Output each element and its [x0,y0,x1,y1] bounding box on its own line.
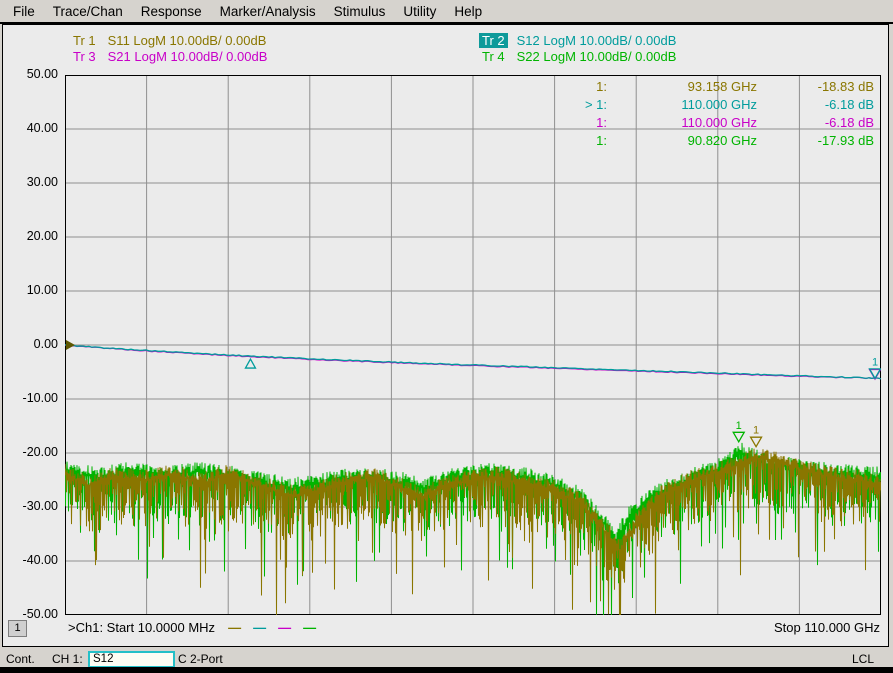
y-tick-label: 50.00 [0,67,58,82]
y-tick-label: -30.00 [0,499,58,514]
trace-detail: S22 LogM 10.00dB/ 0.00dB [517,49,677,64]
svg-text:1: 1 [753,425,759,437]
y-tick-label: 10.00 [0,283,58,298]
trace-detail: S21 LogM 10.00dB/ 0.00dB [108,49,268,64]
legend-tr-2[interactable]: Tr 2 S12 LogM 10.00dB/ 0.00dB [479,33,676,48]
marker-value: -17.93 dB [757,132,874,150]
trigger-mode: Cont. [6,652,35,666]
menu-item-stimulus[interactable]: Stimulus [325,2,395,21]
sweep-start-label: >Ch1: Start 10.0000 MHz — — — — [68,620,315,635]
trace-dash: — [278,620,290,635]
y-tick-label: -40.00 [0,553,58,568]
marker-label: > 1: [559,96,607,114]
marker-label: 1: [559,114,607,132]
menu-item-utility[interactable]: Utility [394,2,445,21]
trace-detail: S11 LogM 10.00dB/ 0.00dB [108,33,267,48]
svg-text:1: 1 [872,356,878,368]
marker-freq: 110.000 GHz [607,114,757,132]
trace-tag[interactable]: Tr 4 [479,49,508,64]
marker-freq: 90.820 GHz [607,132,757,150]
trace-tag[interactable]: Tr 2 [479,33,508,48]
channel-label: CH 1: [52,652,83,666]
trace-detail: S12 LogM 10.00dB/ 0.00dB [517,33,677,48]
y-tick-label: -20.00 [0,445,58,460]
trace-tag[interactable]: Tr 1 [70,33,99,48]
menu-item-file[interactable]: File [4,2,44,21]
marker-readout-row: 1:110.000 GHz-6.18 dB [559,114,874,132]
marker-readout-row: 1:93.158 GHz-18.83 dB [559,78,874,96]
marker-freq: 110.000 GHz [607,96,757,114]
marker-readout-row: 1:90.820 GHz-17.93 dB [559,132,874,150]
network-analyzer-window: FileTrace/ChanResponseMarker/AnalysisSti… [0,0,893,673]
menu-bar: FileTrace/ChanResponseMarker/AnalysisSti… [0,0,893,24]
channel-indicator[interactable]: 1 [8,620,27,637]
measurement-box[interactable]: S12 [88,651,175,668]
marker-readout-row: > 1:110.000 GHz-6.18 dB [559,96,874,114]
plot-area[interactable]: 111 [65,75,881,615]
status-bar: Cont. CH 1: S12 C 2-Port LCL [0,651,893,667]
trace-dash: — [228,620,240,635]
lcl-indicator: LCL [852,652,874,666]
marker-value: -6.18 dB [757,96,874,114]
legend-tr-1[interactable]: Tr 1 S11 LogM 10.00dB/ 0.00dB [70,33,266,48]
menu-item-response[interactable]: Response [132,2,211,21]
marker-value: -18.83 dB [757,78,874,96]
legend-tr-3[interactable]: Tr 3 S21 LogM 10.00dB/ 0.00dB [70,49,267,64]
y-tick-label: 20.00 [0,229,58,244]
menu-item-marker-analysis[interactable]: Marker/Analysis [211,2,325,21]
menu-item-help[interactable]: Help [445,2,491,21]
sweep-stop-label: Stop 110.000 GHz [774,620,880,635]
y-tick-label: 30.00 [0,175,58,190]
trace-dash: — [303,620,315,635]
legend-tr-4[interactable]: Tr 4 S22 LogM 10.00dB/ 0.00dB [479,49,676,64]
y-tick-label: -10.00 [0,391,58,406]
marker-value: -6.18 dB [757,114,874,132]
menu-item-trace-chan[interactable]: Trace/Chan [44,2,132,21]
marker-label: 1: [559,78,607,96]
trace-color-dashes: — — — — [215,620,315,635]
svg-text:1: 1 [736,420,742,432]
marker-label: 1: [559,132,607,150]
y-tick-label: 40.00 [0,121,58,136]
marker-freq: 93.158 GHz [607,78,757,96]
trace-tag[interactable]: Tr 3 [70,49,99,64]
calibration-status: C 2-Port [178,652,223,666]
marker-readouts: 1:93.158 GHz-18.83 dB> 1:110.000 GHz-6.1… [559,78,874,150]
bottom-strip [0,667,893,673]
y-tick-label: 0.00 [0,337,58,352]
trace-dash: — [253,620,265,635]
start-text: >Ch1: Start 10.0000 MHz [68,620,215,635]
